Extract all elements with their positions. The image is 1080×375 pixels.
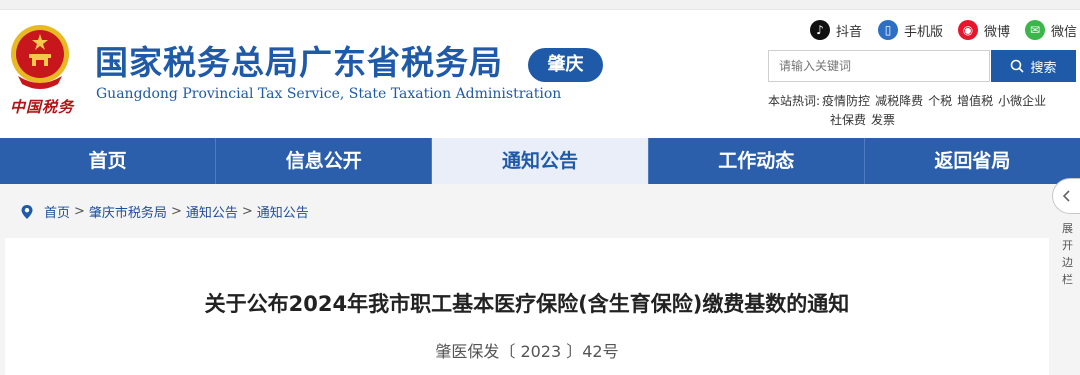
douyin-icon: ♪ (810, 20, 830, 40)
hot-word[interactable]: 发票 (871, 113, 895, 127)
weibo-link[interactable]: ◉ 微博 (958, 20, 1010, 40)
breadcrumb-link[interactable]: 通知公告 (257, 202, 309, 221)
breadcrumb: 首页 > 肇庆市税务局 > 通知公告 > 通知公告 (20, 202, 309, 221)
douyin-label: 抖音 (836, 24, 863, 40)
breadcrumb-link[interactable]: 通知公告 (186, 202, 238, 221)
weibo-label: 微博 (984, 24, 1011, 40)
site-subtitle: Guangdong Provincial Tax Service, State … (96, 86, 562, 102)
hot-word[interactable]: 社保费 (830, 113, 866, 127)
nav-item-notices[interactable]: 通知公告 (432, 138, 649, 184)
hot-word[interactable]: 小微企业 (998, 94, 1046, 108)
mobile-link[interactable]: ▯ 手机版 (878, 20, 943, 40)
nav-item-info-disclosure[interactable]: 信息公开 (216, 138, 433, 184)
mobile-label: 手机版 (904, 24, 944, 40)
wechat-icon: ✉ (1025, 20, 1045, 40)
search-input[interactable] (768, 50, 990, 82)
nav-item-work-news[interactable]: 工作动态 (649, 138, 865, 184)
breadcrumb-link[interactable]: 首页 (44, 202, 70, 221)
breadcrumb-separator: > (170, 204, 182, 219)
breadcrumb-link[interactable]: 肇庆市税务局 (89, 202, 167, 221)
hot-word[interactable]: 减税降费 (875, 94, 923, 108)
breadcrumb-separator: > (74, 204, 85, 219)
site-title[interactable]: 国家税务总局广东省税务局 (95, 36, 503, 84)
sidebar-toggle-button[interactable] (1052, 178, 1080, 214)
search-button-label: 搜索 (1030, 60, 1057, 76)
document-number: 肇医保发〔 2023 〕42号 (435, 342, 619, 361)
main-nav: 首页 信息公开 通知公告 工作动态 返回省局 (0, 138, 1080, 184)
city-badge: 肇庆 (528, 48, 603, 82)
search-button[interactable]: 搜索 (991, 50, 1076, 82)
top-strip (0, 0, 1080, 10)
search-icon (1011, 59, 1025, 73)
sidebar-toggle-label[interactable]: 展开边栏 (1062, 220, 1078, 288)
chevron-left-icon (1062, 190, 1070, 202)
breadcrumb-separator: > (241, 204, 253, 219)
wechat-label: 微信 (1051, 24, 1078, 40)
wechat-link[interactable]: ✉ 微信 (1025, 20, 1077, 40)
article-panel: 关于公布2024年我市职工基本医疗保险(含生育保险)缴费基数的通知 肇医保发〔 … (5, 238, 1049, 375)
national-emblem-icon (11, 25, 69, 89)
tax-calligraphy-logo: 中国税务 (10, 98, 75, 116)
hot-word[interactable]: 个税 (928, 94, 952, 108)
hot-word[interactable]: 增值税 (957, 94, 993, 108)
hot-word[interactable]: 疫情防控 (822, 94, 870, 108)
nav-item-back-to-province[interactable]: 返回省局 (865, 138, 1080, 184)
location-pin-icon (21, 204, 33, 219)
hot-words-label: 本站热词: (768, 94, 821, 108)
douyin-link[interactable]: ♪ 抖音 (810, 20, 862, 40)
mobile-icon: ▯ (878, 20, 898, 40)
weibo-icon: ◉ (958, 20, 978, 40)
hot-words: 本站热词: 疫情防控 减税降费 个税 增值税 小微企业 社保费 发票 (768, 92, 1073, 130)
article-title: 关于公布2024年我市职工基本医疗保险(含生育保险)缴费基数的通知 (204, 292, 850, 316)
nav-item-home[interactable]: 首页 (0, 138, 217, 184)
